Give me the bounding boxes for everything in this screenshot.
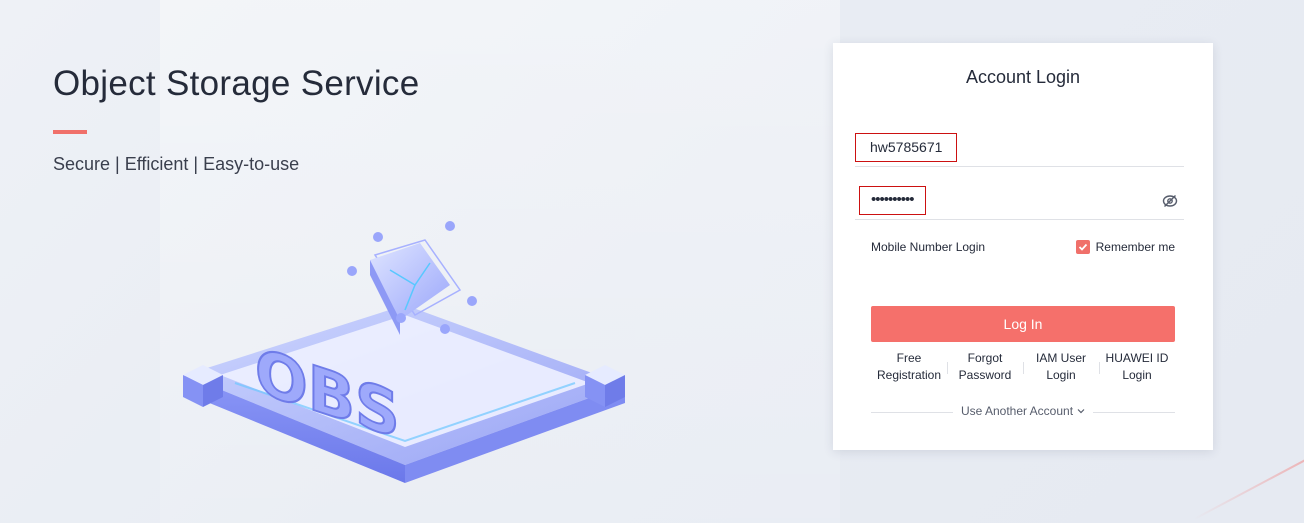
remember-me-label: Remember me (1095, 240, 1175, 254)
link-line: Forgot (967, 351, 1003, 365)
login-button[interactable]: Log In (871, 306, 1175, 342)
link-line: IAM User (1035, 351, 1086, 365)
eye-hidden-icon[interactable] (1162, 193, 1178, 209)
link-line: Free (896, 351, 922, 365)
hero: Object Storage Service Secure | Efficien… (53, 64, 420, 175)
remember-me[interactable]: Remember me (1075, 240, 1175, 254)
login-options: Mobile Number Login Remember me (871, 240, 1175, 260)
mobile-number-login-link[interactable]: Mobile Number Login (871, 240, 985, 254)
login-title: Account Login (965, 67, 1081, 87)
forgot-password-link[interactable]: Forgot Password (947, 350, 1023, 386)
page-title: Object Storage Service (53, 64, 420, 103)
link-line: HUAWEI ID (1105, 351, 1169, 365)
huawei-id-login-link[interactable]: HUAWEI ID Login (1099, 350, 1175, 386)
use-another-account-link[interactable]: Use Another Account (961, 404, 1085, 418)
link-line: Registration (876, 368, 942, 382)
title-accent-bar (53, 130, 87, 134)
free-registration-link[interactable]: Free Registration (871, 350, 947, 386)
page-subtitle: Secure | Efficient | Easy-to-use (53, 154, 300, 174)
another-account-label: Use Another Account (960, 404, 1074, 418)
password-input[interactable]: •••••••••• (859, 186, 926, 215)
iam-user-login-link[interactable]: IAM User Login (1023, 350, 1099, 386)
link-line: Password (958, 368, 1012, 382)
password-field[interactable]: •••••••••• (855, 183, 1184, 220)
another-account: Use Another Account (871, 404, 1175, 420)
background-decoration (1192, 443, 1304, 521)
obs-illustration: OBS (183, 221, 625, 483)
checkmark-icon (1078, 243, 1087, 251)
chevron-down-icon (1077, 409, 1085, 414)
remember-me-checkbox[interactable] (1075, 240, 1090, 254)
username-field[interactable]: hw5785671 (855, 130, 1184, 167)
link-line: Login (1046, 368, 1076, 382)
login-links: Free Registration Forgot Password IAM Us… (871, 350, 1175, 386)
link-line: Login (1122, 368, 1152, 382)
login-card: Account Login hw5785671 •••••••••• Mobil… (833, 43, 1213, 450)
username-input[interactable]: hw5785671 (855, 133, 958, 162)
